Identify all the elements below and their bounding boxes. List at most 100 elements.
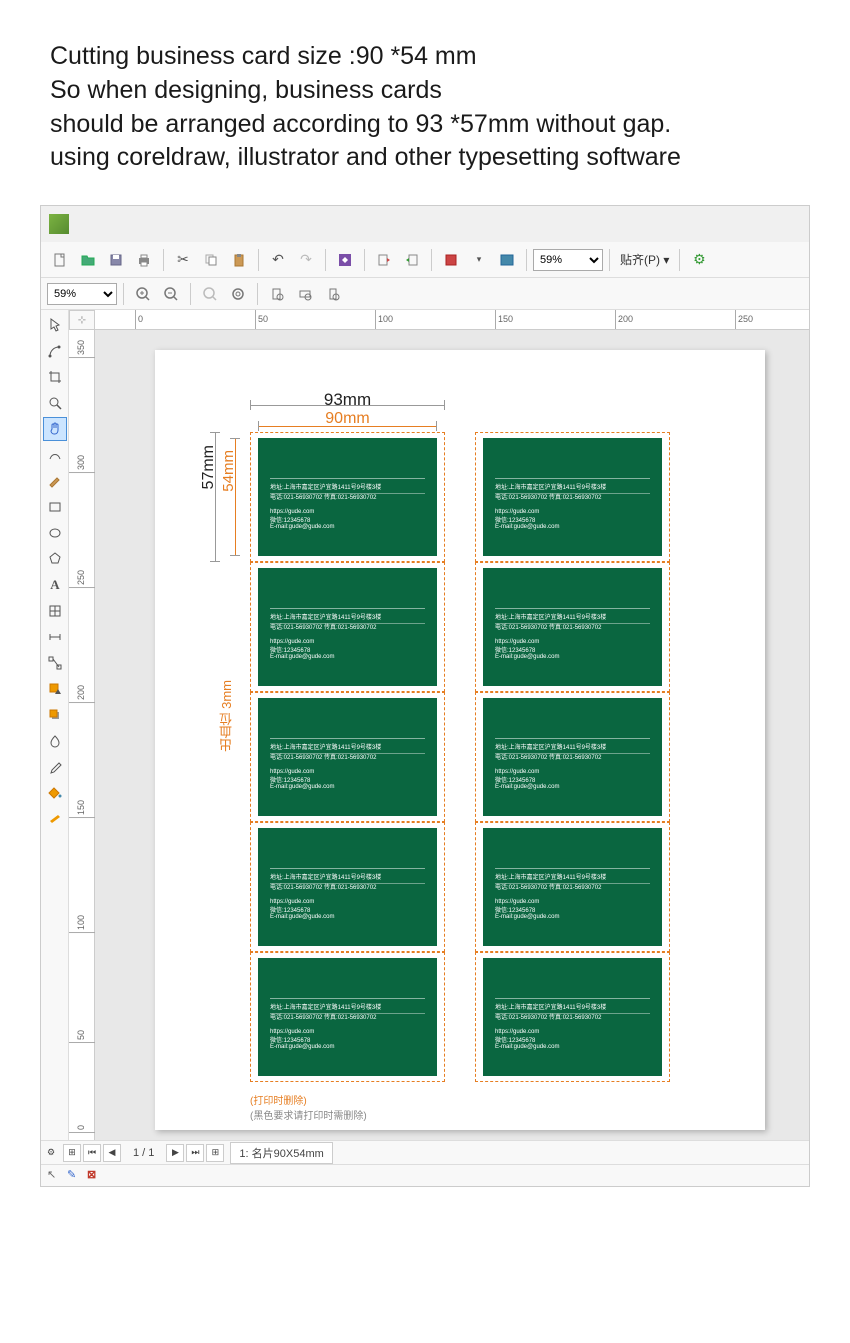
card-line: E-mail:gude@gude.com [270, 784, 425, 790]
card-line: 电话:021-56930702 传真:021-56930702 [495, 883, 650, 893]
separator [258, 249, 259, 271]
fullscreen-button[interactable] [494, 247, 520, 273]
card-line: E-mail:gude@gude.com [270, 524, 425, 530]
snap-button[interactable]: 贴齐(P) ▾ [616, 251, 673, 268]
separator [123, 283, 124, 305]
cursor-icon: ↖ [47, 1168, 63, 1184]
zoom-tool[interactable] [43, 391, 67, 415]
artistic-media-tool[interactable] [43, 469, 67, 493]
connector-tool[interactable] [43, 651, 67, 675]
footer-note: (打印时删除) (黑色要求请打印时需删除) [250, 1092, 367, 1122]
redo-button[interactable]: ↷ [293, 247, 319, 273]
card-line: 电话:021-56930702 传真:021-56930702 [270, 493, 425, 503]
zoom-in-button[interactable] [130, 281, 156, 307]
new-button[interactable] [47, 247, 73, 273]
canvas-container: ⊹ 0 50 100 150 200 250 350 300 250 200 1… [69, 310, 809, 1140]
undo-button[interactable]: ↶ [265, 247, 291, 273]
zoom-select[interactable]: 59% [533, 249, 603, 271]
card-slot: 地址:上海市嘉定区沪宜路1411号9号楼3楼电话:021-56930702 传真… [475, 952, 670, 1082]
transparency-tool[interactable] [43, 729, 67, 753]
drop-shadow-tool[interactable] [43, 703, 67, 727]
add-page-button[interactable]: ⊞ [63, 1144, 81, 1162]
card-line: 地址:上海市嘉定区沪宜路1411号9号楼3楼 [495, 608, 650, 621]
options-button[interactable]: ⚙ [686, 247, 712, 273]
last-page-button[interactable]: ⏭ [186, 1144, 204, 1162]
copy-button[interactable] [198, 247, 224, 273]
edit-icon[interactable]: ✎ [67, 1168, 83, 1184]
business-card: 地址:上海市嘉定区沪宜路1411号9号楼3楼电话:021-56930702 传真… [258, 958, 437, 1076]
card-line: 地址:上海市嘉定区沪宜路1411号9号楼3楼 [270, 998, 425, 1011]
rectangle-tool[interactable] [43, 495, 67, 519]
horizontal-ruler[interactable]: 0 50 100 150 200 250 [95, 310, 809, 330]
polygon-tool[interactable] [43, 547, 67, 571]
zoom-width-button[interactable] [292, 281, 318, 307]
import-button[interactable] [371, 247, 397, 273]
separator [364, 249, 365, 271]
card-slot: 地址:上海市嘉定区沪宜路1411号9号楼3楼电话:021-56930702 传真… [475, 692, 670, 822]
table-tool[interactable] [43, 599, 67, 623]
card-line: 微信:12345678 [270, 775, 425, 784]
options-dropdown-icon[interactable]: ▾ [466, 247, 492, 273]
vertical-ruler[interactable]: 350 300 250 200 150 100 50 0 [69, 330, 95, 1140]
export-button[interactable] [399, 247, 425, 273]
fill-tool[interactable] [43, 781, 67, 805]
card-line: 微信:12345678 [270, 1035, 425, 1044]
card-slot: 地址:上海市嘉定区沪宜路1411号9号楼3楼电话:021-56930702 传真… [250, 692, 445, 822]
card-line: 电话:021-56930702 传真:021-56930702 [270, 623, 425, 633]
paste-button[interactable] [226, 247, 252, 273]
outline-tool[interactable] [43, 807, 67, 831]
pan-tool[interactable] [43, 417, 67, 441]
open-button[interactable] [75, 247, 101, 273]
card-line: E-mail:gude@gude.com [270, 1044, 425, 1050]
print-button[interactable] [131, 247, 157, 273]
zoom-page-button[interactable] [264, 281, 290, 307]
ellipse-tool[interactable] [43, 521, 67, 545]
zoom-out-button[interactable] [158, 281, 184, 307]
eyedropper-tool[interactable] [43, 755, 67, 779]
page-navigator: ⊞ ⏮ ◀ 1 / 1 ▶ ⏭ ⊞ [63, 1144, 224, 1162]
zoom-all-button[interactable] [225, 281, 251, 307]
publish-button[interactable] [438, 247, 464, 273]
instruction-line: Cutting business card size :90 *54 mm [50, 40, 800, 74]
add-page-after-button[interactable]: ⊞ [206, 1144, 224, 1162]
dimension-tool[interactable] [43, 625, 67, 649]
card-slot: 地址:上海市嘉定区沪宜路1411号9号楼3楼电话:021-56930702 传真… [475, 822, 670, 952]
interactive-tool[interactable] [43, 677, 67, 701]
page-counter: 1 / 1 [123, 1147, 164, 1159]
card-line: 地址:上海市嘉定区沪宜路1411号9号楼3楼 [495, 868, 650, 881]
card-grid: 地址:上海市嘉定区沪宜路1411号9号楼3楼电话:021-56930702 传真… [250, 432, 670, 1082]
first-page-button[interactable]: ⏮ [83, 1144, 101, 1162]
canvas[interactable]: 93mm 90mm 57mm 54mm 出血位 3mm 地址:上海市嘉定区沪宜路… [95, 330, 809, 1140]
shape-tool[interactable] [43, 339, 67, 363]
card-line: E-mail:gude@gude.com [270, 654, 425, 660]
card-line: 电话:021-56930702 传真:021-56930702 [495, 623, 650, 633]
freehand-tool[interactable] [43, 443, 67, 467]
close-icon[interactable]: ⊠ [87, 1168, 103, 1184]
dimension-height-inner: 54mm [220, 450, 237, 492]
zoom-level-select[interactable]: 59% [47, 283, 117, 305]
text-tool[interactable]: A [43, 573, 67, 597]
business-card: 地址:上海市嘉定区沪宜路1411号9号楼3楼电话:021-56930702 传真… [483, 438, 662, 556]
launch-button[interactable] [332, 247, 358, 273]
card-line: 电话:021-56930702 传真:021-56930702 [495, 493, 650, 503]
next-page-button[interactable]: ▶ [166, 1144, 184, 1162]
cut-button[interactable]: ✂ [170, 247, 196, 273]
ruler-origin[interactable]: ⊹ [69, 310, 95, 330]
crop-tool[interactable] [43, 365, 67, 389]
pick-tool[interactable] [43, 313, 67, 337]
card-line: E-mail:gude@gude.com [495, 784, 650, 790]
main-toolbar: ✂ ↶ ↷ ▾ 59% 贴齐(P) ▾ ⚙ [41, 242, 809, 278]
business-card: 地址:上海市嘉定区沪宜路1411号9号楼3楼电话:021-56930702 传真… [483, 698, 662, 816]
save-button[interactable] [103, 247, 129, 273]
prev-page-button[interactable]: ◀ [103, 1144, 121, 1162]
page-tab[interactable]: 1: 名片90X54mm [230, 1142, 332, 1164]
card-line: E-mail:gude@gude.com [270, 914, 425, 920]
business-card: 地址:上海市嘉定区沪宜路1411号9号楼3楼电话:021-56930702 传真… [483, 568, 662, 686]
card-line: 地址:上海市嘉定区沪宜路1411号9号楼3楼 [495, 478, 650, 491]
coreldraw-window: ✂ ↶ ↷ ▾ 59% 贴齐(P) ▾ ⚙ 59% [40, 205, 810, 1187]
business-card: 地址:上海市嘉定区沪宜路1411号9号楼3楼电话:021-56930702 传真… [483, 958, 662, 1076]
card-line: 地址:上海市嘉定区沪宜路1411号9号楼3楼 [270, 868, 425, 881]
zoom-height-button[interactable] [320, 281, 346, 307]
separator [257, 283, 258, 305]
zoom-selection-button[interactable] [197, 281, 223, 307]
